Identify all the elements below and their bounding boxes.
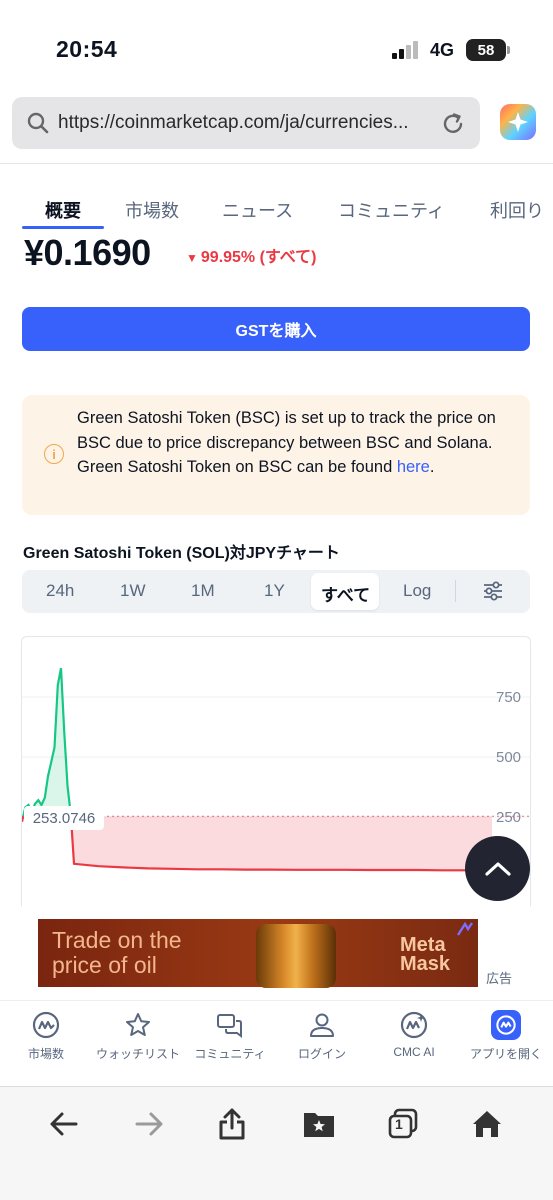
nav-label: アプリを開く [469, 1047, 542, 1061]
nav-cmc-ai[interactable]: CMC AI [368, 1010, 460, 1059]
nav-open-app[interactable]: アプリを開く [460, 1010, 552, 1062]
range-1y[interactable]: 1Y [264, 581, 285, 601]
cmc-ai-icon [399, 1010, 429, 1040]
range-1m[interactable]: 1M [191, 581, 215, 601]
chat-icon [215, 1010, 245, 1040]
area-down [22, 816, 492, 871]
nav-watchlist[interactable]: ウォッチリスト [92, 1010, 184, 1062]
range-separator [455, 580, 456, 602]
reload-icon[interactable] [440, 111, 466, 137]
ad-line-1: Trade on the [52, 927, 182, 953]
nav-markets[interactable]: 市場数 [0, 1010, 92, 1062]
battery-icon: 58 [466, 39, 506, 61]
ad-corner-icon [456, 921, 473, 936]
nav-label: CMC AI [393, 1045, 435, 1059]
settings-sliders-icon[interactable] [482, 580, 504, 602]
notice-text: Green Satoshi Token (BSC) is set up to t… [77, 406, 517, 480]
ad-line-2: price of oil [52, 952, 157, 978]
cmc-app-icon [491, 1010, 521, 1040]
back-arrow-icon[interactable] [46, 1106, 82, 1142]
ad-headline: Trade on the price of oil [52, 928, 182, 978]
divider [0, 163, 553, 164]
price-value: ¥0.1690 [24, 232, 151, 273]
price-chart-svg: 750 500 250 [22, 667, 530, 872]
y-tick-label: 250 [496, 809, 521, 826]
metamask-logo: Meta Mask [400, 935, 451, 975]
browser-toolbar [0, 1086, 553, 1200]
buy-gst-button[interactable]: GSTを購入 [22, 307, 530, 351]
star-icon [123, 1010, 153, 1040]
home-icon[interactable] [469, 1106, 505, 1142]
nav-label: 市場数 [27, 1047, 64, 1061]
ad-brand-2: Mask [400, 953, 451, 975]
nav-label: コミュニティ [194, 1047, 266, 1061]
ai-assistant-icon[interactable] [500, 104, 536, 140]
notice-end: . [429, 458, 435, 476]
forward-arrow-icon[interactable] [131, 1106, 167, 1142]
down-triangle-icon: ▼ [186, 251, 198, 265]
range-all[interactable]: すべて [321, 581, 370, 606]
url-text[interactable]: https://coinmarketcap.com/ja/currencies.… [58, 112, 434, 134]
chevron-up-icon [484, 861, 511, 876]
tab-news[interactable]: ニュース [222, 197, 293, 223]
tabs-icon[interactable]: 1 [385, 1106, 421, 1142]
share-icon[interactable] [214, 1106, 250, 1142]
tab-markets[interactable]: 市場数 [125, 197, 179, 223]
bookmarks-icon[interactable] [301, 1106, 337, 1142]
info-icon: i [44, 444, 64, 464]
tab-yield[interactable]: 利回り [490, 197, 544, 223]
oil-barrel-image [256, 924, 336, 988]
ad-label: 広告 [486, 971, 513, 986]
price-change-text: 99.95% (すべて) [200, 249, 317, 266]
search-icon [27, 112, 49, 134]
y-tick-label: 750 [496, 689, 521, 706]
nav-community[interactable]: コミュニティ [184, 1010, 276, 1062]
range-24h[interactable]: 24h [46, 581, 74, 601]
user-icon [307, 1010, 337, 1040]
signal-icon [392, 41, 418, 59]
nav-label: ログイン [297, 1047, 346, 1061]
range-log[interactable]: Log [403, 581, 431, 601]
cmc-logo-icon [31, 1010, 61, 1040]
tab-overview[interactable]: 概要 [45, 197, 81, 223]
range-1w[interactable]: 1W [120, 581, 146, 601]
chart-title: Green Satoshi Token (SOL)対JPYチャート [23, 545, 340, 562]
tab-community[interactable]: コミュニティ [338, 197, 445, 223]
nav-login[interactable]: ログイン [276, 1010, 368, 1062]
battery-tip [507, 46, 510, 54]
network-label: 4G [430, 40, 455, 60]
price-change: ▼ 99.95% (すべて) [186, 243, 317, 267]
notice-link[interactable]: here [397, 458, 430, 476]
current-price-label: 253.0746 [24, 806, 104, 830]
tabs-count: 1 [395, 1116, 403, 1132]
nav-label: ウォッチリスト [95, 1047, 180, 1061]
y-tick-label: 500 [496, 749, 521, 766]
status-time: 20:54 [56, 36, 118, 62]
active-tab-indicator [22, 226, 104, 229]
scroll-top-button[interactable] [465, 836, 530, 901]
price-chart[interactable]: 750 500 250 [21, 636, 531, 906]
